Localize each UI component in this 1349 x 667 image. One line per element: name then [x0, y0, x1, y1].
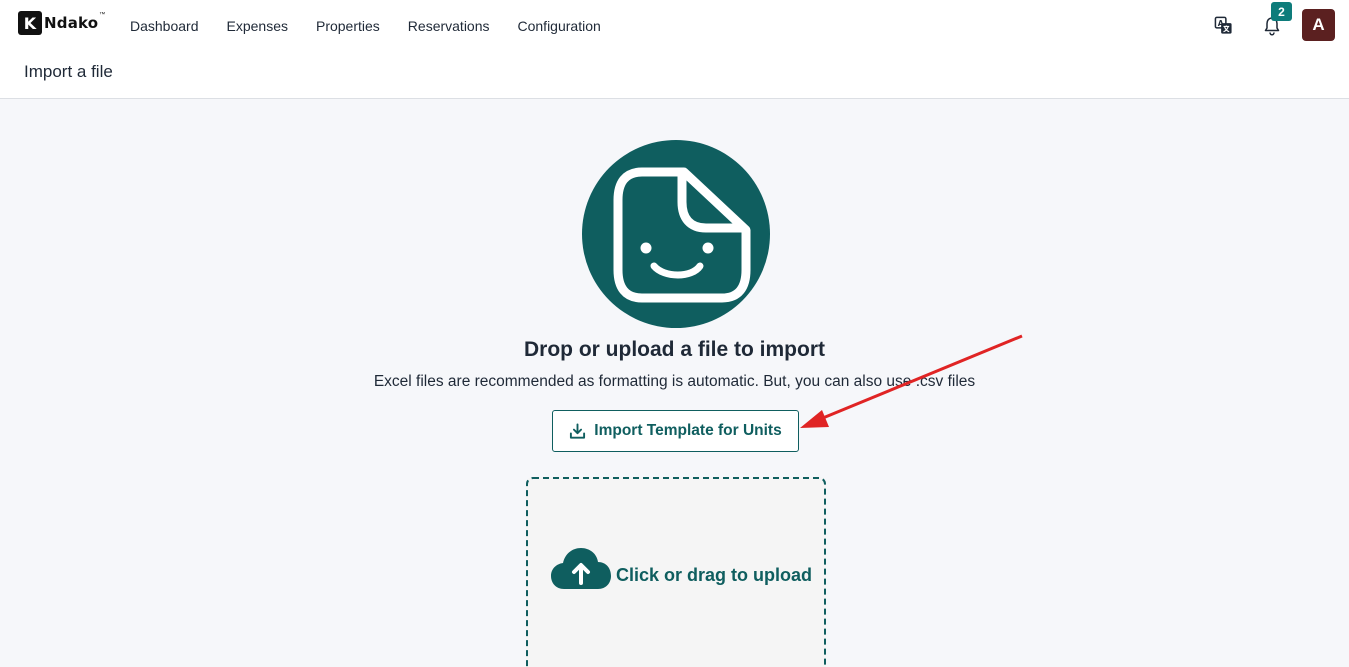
file-dropzone[interactable]: Click or drag to upload — [526, 477, 826, 667]
import-subtitle: Excel files are recommended as formattin… — [373, 373, 976, 390]
page-header: Import a file — [0, 52, 1349, 99]
dropzone-label: Click or drag to upload — [616, 564, 813, 585]
top-navbar: K Ndako ™ Dashboard Expenses Properties … — [0, 0, 1349, 52]
smiling-file-icon — [582, 140, 770, 328]
main-menu: Dashboard Expenses Properties Reservatio… — [116, 0, 615, 52]
translate-icon[interactable]: A — [1214, 16, 1233, 35]
cloud-upload-icon — [551, 548, 611, 589]
logo-trademark: ™ — [99, 12, 106, 18]
nav-item-expenses[interactable]: Expenses — [213, 0, 302, 52]
import-template-label: Import Template for Units — [594, 422, 782, 439]
download-icon — [570, 422, 586, 439]
user-avatar[interactable]: A — [1302, 9, 1335, 41]
import-heading: Drop or upload a file to import — [524, 338, 825, 361]
nav-item-reservations[interactable]: Reservations — [394, 0, 504, 52]
notification-badge: 2 — [1271, 2, 1292, 21]
import-template-button[interactable]: Import Template for Units — [552, 410, 799, 452]
page-title: Import a file — [24, 62, 113, 81]
app-logo[interactable]: K Ndako ™ — [18, 11, 105, 35]
nav-item-configuration[interactable]: Configuration — [504, 0, 615, 52]
logo-text: Ndako — [44, 14, 99, 32]
nav-item-dashboard[interactable]: Dashboard — [116, 0, 213, 52]
nav-item-properties[interactable]: Properties — [302, 0, 394, 52]
logo-mark: K — [18, 11, 42, 35]
